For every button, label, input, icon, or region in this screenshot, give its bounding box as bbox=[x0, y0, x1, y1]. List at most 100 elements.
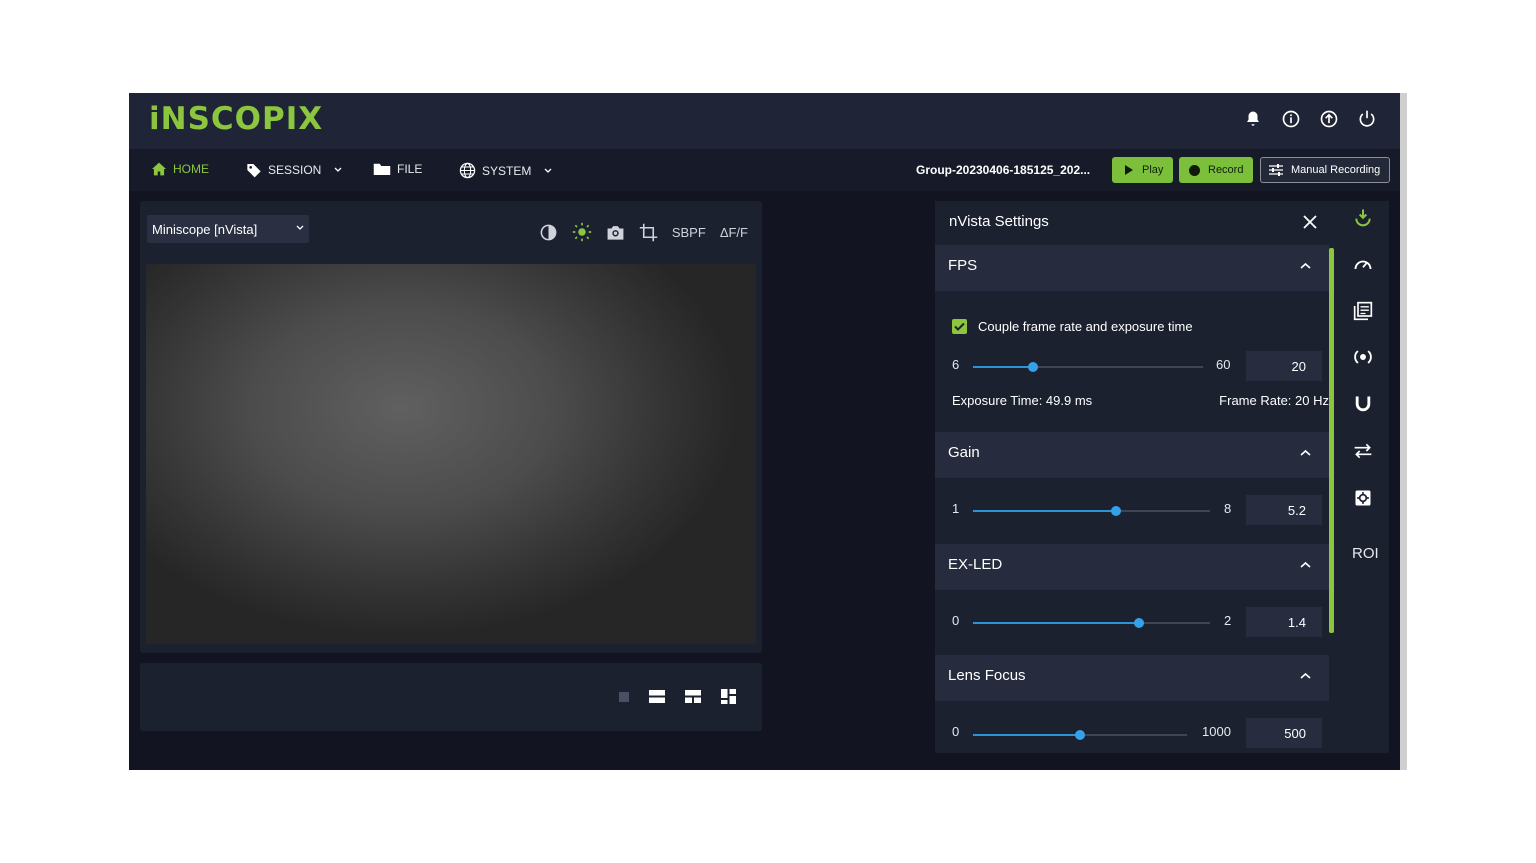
exled-value-input[interactable]: 1.4 bbox=[1246, 607, 1322, 637]
focus-max: 1000 bbox=[1202, 724, 1231, 739]
chevron-up-icon bbox=[1300, 449, 1311, 456]
layout-bar bbox=[140, 663, 762, 731]
focus-target-icon[interactable] bbox=[1351, 486, 1375, 510]
source-select-value: Miniscope [nVista] bbox=[152, 221, 258, 237]
nav-home-label: HOME bbox=[173, 162, 209, 176]
gain-title: Gain bbox=[948, 444, 980, 461]
chevron-down-icon bbox=[544, 168, 552, 173]
library-icon[interactable] bbox=[1351, 299, 1375, 323]
right-rail: ROI bbox=[1337, 201, 1389, 753]
magnet-icon[interactable] bbox=[1351, 392, 1375, 416]
focus-title: Lens Focus bbox=[948, 667, 1026, 684]
nav-file[interactable]: FILE bbox=[373, 162, 422, 176]
crop-icon[interactable] bbox=[639, 223, 658, 242]
exled-max: 2 bbox=[1224, 613, 1232, 628]
inscopix-logo: iNSCOPIX bbox=[149, 101, 324, 137]
exled-slider-thumb[interactable] bbox=[1134, 618, 1144, 628]
contrast-icon[interactable] bbox=[539, 223, 558, 242]
viewer-toolbar: SBPF ΔF/F bbox=[539, 222, 748, 242]
couple-label: Couple frame rate and exposure time bbox=[978, 319, 1193, 334]
chevron-up-icon bbox=[1300, 672, 1311, 679]
layout-icon-group bbox=[619, 689, 736, 704]
info-icon[interactable] bbox=[1280, 108, 1302, 130]
record-button-label: Record bbox=[1208, 164, 1244, 176]
panel-scrollbar[interactable] bbox=[1329, 248, 1334, 633]
fps-slider-fill bbox=[973, 366, 1033, 368]
play-button-label: Play bbox=[1142, 164, 1164, 176]
layout-two-row-icon[interactable] bbox=[649, 690, 665, 703]
nav-system-label: SYSTEM bbox=[482, 163, 532, 178]
play-icon bbox=[1125, 165, 1133, 175]
folder-icon bbox=[373, 163, 391, 175]
nvista-settings-panel: nVista Settings FPS Couple frame rate an… bbox=[935, 201, 1337, 753]
fps-min: 6 bbox=[952, 357, 960, 372]
fps-value-input[interactable]: 20 bbox=[1246, 351, 1322, 381]
brightness-icon[interactable] bbox=[572, 222, 592, 242]
top-icon-group bbox=[1242, 108, 1378, 130]
gain-slider-fill bbox=[973, 510, 1116, 512]
exposure-time-text: Exposure Time: 49.9 ms bbox=[952, 393, 1093, 408]
video-viewer: Miniscope [nVista] SBPF ΔF/F bbox=[140, 201, 762, 653]
nav-bar: HOME SESSION FILE SYSTEM Group-20230406-… bbox=[129, 149, 1400, 191]
nav-system[interactable]: SYSTEM bbox=[459, 162, 553, 179]
chevron-up-icon bbox=[1300, 262, 1311, 269]
exled-title: EX-LED bbox=[948, 556, 1003, 573]
nav-session[interactable]: SESSION bbox=[246, 162, 343, 178]
layout-grid-icon[interactable] bbox=[721, 689, 736, 704]
app-window: iNSCOPIX HOME SESSION FILE SYSTEM Group-… bbox=[129, 93, 1400, 770]
gain-min: 1 bbox=[952, 501, 960, 516]
panel-title: nVista Settings bbox=[949, 213, 1049, 230]
broadcast-icon[interactable] bbox=[1351, 345, 1375, 369]
roi-button[interactable]: ROI bbox=[1352, 545, 1379, 562]
check-icon bbox=[954, 322, 965, 331]
top-bar: iNSCOPIX bbox=[129, 93, 1400, 149]
home-icon bbox=[152, 162, 166, 176]
video-feed[interactable] bbox=[146, 264, 756, 644]
manual-recording-button[interactable]: Manual Recording bbox=[1260, 157, 1390, 183]
focus-min: 0 bbox=[952, 724, 960, 739]
chevron-down-icon bbox=[296, 225, 304, 230]
power-icon[interactable] bbox=[1356, 108, 1378, 130]
bell-icon[interactable] bbox=[1242, 108, 1264, 130]
manual-recording-label: Manual Recording bbox=[1291, 164, 1381, 176]
chevron-up-icon bbox=[1300, 561, 1311, 568]
video-artifact bbox=[616, 374, 624, 382]
tag-icon bbox=[247, 164, 261, 178]
nav-file-label: FILE bbox=[397, 162, 423, 176]
focus-value-input[interactable]: 500 bbox=[1246, 718, 1322, 748]
dff-toggle[interactable]: ΔF/F bbox=[720, 225, 748, 240]
sbpf-toggle[interactable]: SBPF bbox=[672, 225, 706, 240]
fps-section-header[interactable]: FPS bbox=[935, 245, 1329, 291]
nav-home[interactable]: HOME bbox=[151, 162, 209, 176]
gain-section-header[interactable]: Gain bbox=[935, 432, 1329, 478]
layout-split-icon[interactable] bbox=[685, 690, 701, 703]
record-icon bbox=[1189, 164, 1200, 176]
sliders-icon bbox=[1269, 164, 1283, 176]
fps-slider-thumb[interactable] bbox=[1028, 362, 1038, 372]
globe-icon bbox=[459, 162, 476, 179]
swap-icon[interactable] bbox=[1351, 439, 1375, 463]
frame-rate-text: Frame Rate: 20 Hz bbox=[1219, 393, 1329, 408]
source-select[interactable]: Miniscope [nVista] bbox=[147, 215, 309, 243]
gain-max: 8 bbox=[1224, 501, 1232, 516]
speed-icon[interactable] bbox=[1351, 252, 1375, 276]
play-button[interactable]: Play bbox=[1112, 157, 1173, 183]
focus-slider-fill bbox=[973, 734, 1080, 736]
focus-slider-thumb[interactable] bbox=[1075, 730, 1085, 740]
gain-slider-thumb[interactable] bbox=[1111, 506, 1121, 516]
focus-section-header[interactable]: Lens Focus bbox=[935, 655, 1329, 701]
exled-section-header[interactable]: EX-LED bbox=[935, 544, 1329, 590]
reset-icon[interactable] bbox=[1351, 205, 1375, 229]
gain-value-input[interactable]: 5.2 bbox=[1246, 495, 1322, 525]
exled-min: 0 bbox=[952, 613, 960, 628]
fps-max: 60 bbox=[1216, 357, 1231, 372]
record-button[interactable]: Record bbox=[1179, 157, 1253, 183]
layout-single-icon[interactable] bbox=[619, 691, 629, 702]
fps-title: FPS bbox=[948, 257, 978, 274]
nav-session-label: SESSION bbox=[268, 163, 322, 177]
close-icon[interactable] bbox=[1303, 215, 1317, 234]
exled-slider-fill bbox=[973, 622, 1139, 624]
couple-checkbox[interactable] bbox=[952, 319, 967, 334]
camera-icon[interactable] bbox=[606, 224, 625, 241]
upload-icon[interactable] bbox=[1318, 108, 1340, 130]
